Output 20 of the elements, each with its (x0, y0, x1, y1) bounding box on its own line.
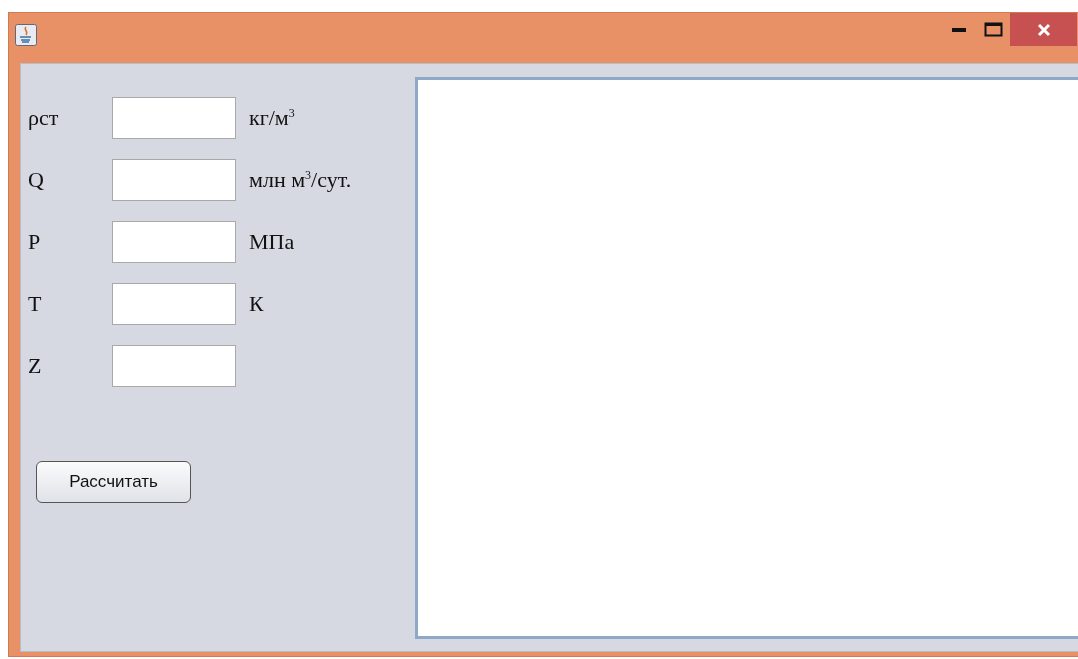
input-field[interactable] (112, 97, 236, 139)
input-field[interactable] (112, 159, 236, 201)
field-label: ρст (28, 105, 60, 131)
coffee-cup-icon (15, 24, 37, 46)
input-field[interactable] (112, 345, 236, 387)
field-label: Z (28, 353, 43, 379)
unit-label: кг/м$^{3}$ (249, 105, 295, 131)
field-label: Q (28, 167, 45, 193)
field-label: P (28, 229, 42, 255)
unit-label: МПа (249, 229, 295, 255)
unit-label: млн м$^{3}$/сут. (249, 167, 352, 193)
maximize-icon (983, 22, 1003, 37)
close-button[interactable] (1010, 13, 1077, 46)
unit-label: К (249, 291, 264, 317)
input-field[interactable] (112, 283, 236, 325)
minimize-icon (952, 27, 966, 32)
field-label: T (28, 291, 43, 317)
close-icon (1036, 22, 1051, 37)
input-field[interactable] (112, 221, 236, 263)
calculate-button[interactable]: Рассчитать (36, 461, 191, 503)
